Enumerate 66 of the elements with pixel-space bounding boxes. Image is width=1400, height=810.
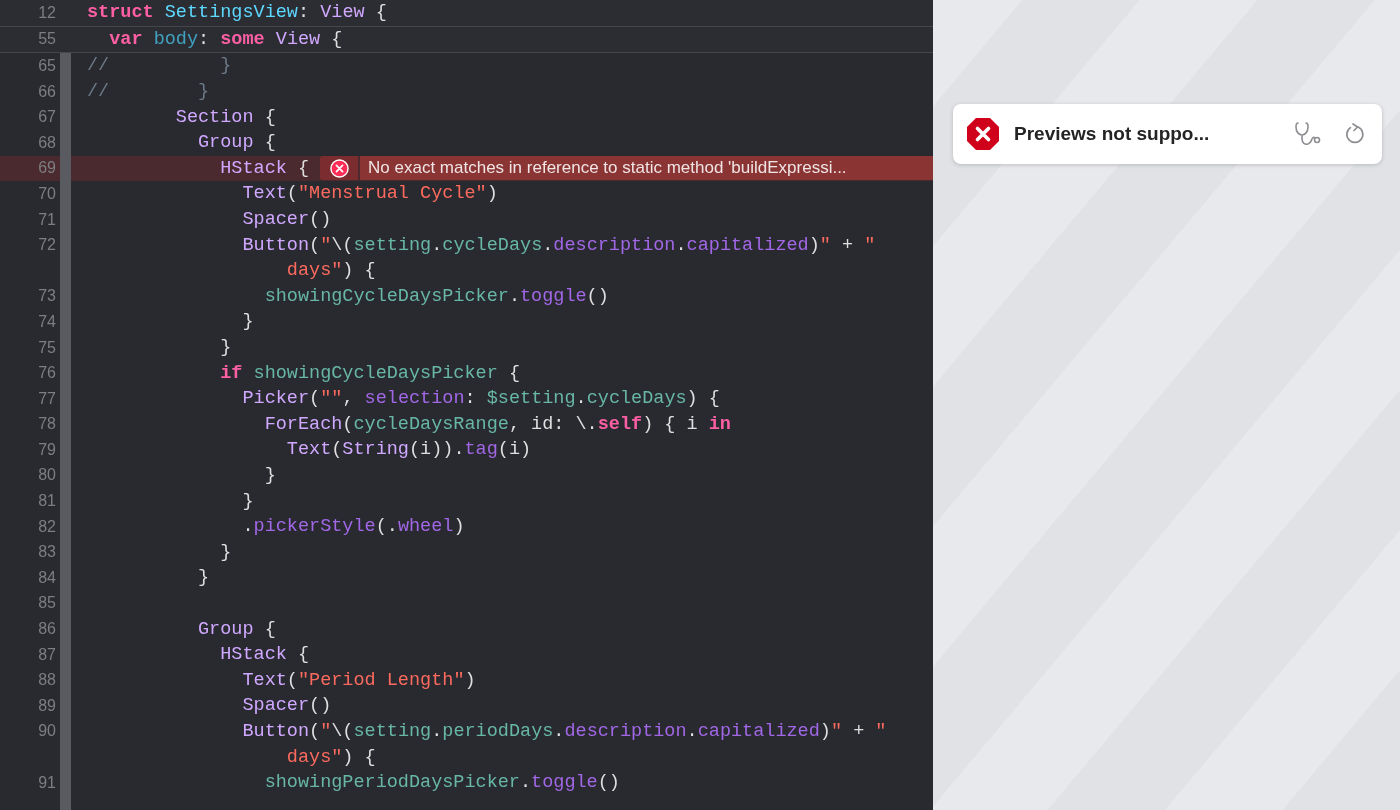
code-line: days") {	[285, 746, 376, 768]
code-line: Picker("", selection: $setting.cycleDays) {	[241, 388, 720, 410]
code-line: days") {	[285, 260, 376, 282]
line-number: 68	[37, 133, 56, 152]
code-line: Button("\(setting.cycleDays.description.capitalized)" + "	[241, 234, 876, 256]
code-line: }	[263, 465, 276, 486]
error-icon	[329, 158, 349, 178]
line-number: 89	[37, 696, 56, 715]
code-line: // }	[87, 55, 232, 77]
line-number: 78	[37, 415, 56, 434]
line-number: 90	[37, 722, 56, 741]
line-number: 83	[37, 543, 56, 562]
code-line: if showingCycleDaysPicker {	[219, 362, 520, 384]
line-number: 82	[37, 517, 56, 536]
code-line: }	[219, 337, 232, 358]
line-number: 88	[37, 671, 56, 690]
code-line: showingCycleDaysPicker.toggle()	[263, 285, 609, 307]
refresh-icon[interactable]	[1344, 122, 1366, 146]
code-line: struct SettingsView: View {	[87, 2, 387, 24]
code-line: }	[241, 490, 254, 512]
line-number: 66	[37, 82, 56, 101]
code-line: Text("Menstrual Cycle")	[241, 183, 498, 205]
preview-status-title: Previews not suppo...	[1014, 123, 1211, 145]
line-number: 77	[37, 389, 56, 408]
line-number: 84	[37, 568, 56, 587]
line-number: 69	[37, 159, 56, 178]
line-number: 55	[37, 30, 56, 49]
error-marker-button[interactable]	[320, 156, 359, 181]
line-number: 87	[37, 645, 56, 664]
line-number: 91	[37, 773, 56, 792]
code-line: Spacer()	[241, 695, 332, 717]
stethoscope-icon[interactable]	[1294, 121, 1322, 147]
code-line: showingPeriodDaysPicker.toggle()	[263, 772, 620, 794]
code-line: Text(String(i)).tag(i)	[285, 439, 532, 461]
line-number: 79	[37, 440, 56, 459]
code-line: }	[197, 567, 210, 589]
code-line: Group {	[197, 618, 276, 640]
code-line: }	[241, 311, 254, 333]
code-line: // }	[87, 81, 210, 103]
error-message[interactable]: No exact matches in reference to static method 'buildExpressi...	[360, 156, 933, 181]
error-icon	[966, 117, 1000, 151]
code-line: ForEach(cycleDaysRange, id: \.self) { i in	[263, 413, 731, 435]
code-line: HStack {	[219, 157, 310, 179]
line-number: 12	[37, 3, 56, 22]
code-line: Spacer()	[241, 209, 332, 231]
line-number: 80	[37, 466, 56, 485]
code-line: .pickerStyle(.wheel)	[241, 516, 465, 538]
line-number: 70	[37, 184, 56, 203]
line-number: 85	[37, 594, 56, 613]
line-number: 72	[37, 236, 56, 255]
line-number: 76	[37, 364, 56, 383]
code-line: var body: some View {	[108, 28, 343, 50]
line-number: 73	[37, 287, 56, 306]
code-line: HStack {	[219, 644, 310, 666]
line-number: 71	[37, 210, 56, 229]
line-number: 65	[37, 57, 56, 75]
code-line: }	[219, 541, 232, 563]
line-number: 81	[37, 492, 56, 511]
line-number: 75	[37, 338, 56, 357]
code-line: Button("\(setting.periodDays.description.capitalized)" + "	[241, 720, 887, 742]
code-line: Section {	[174, 106, 276, 128]
line-number: 86	[37, 620, 56, 639]
line-number: 67	[37, 108, 56, 127]
code-line: Group {	[197, 132, 276, 154]
line-number: 74	[37, 312, 56, 331]
code-line: Text("Period Length")	[241, 669, 476, 691]
